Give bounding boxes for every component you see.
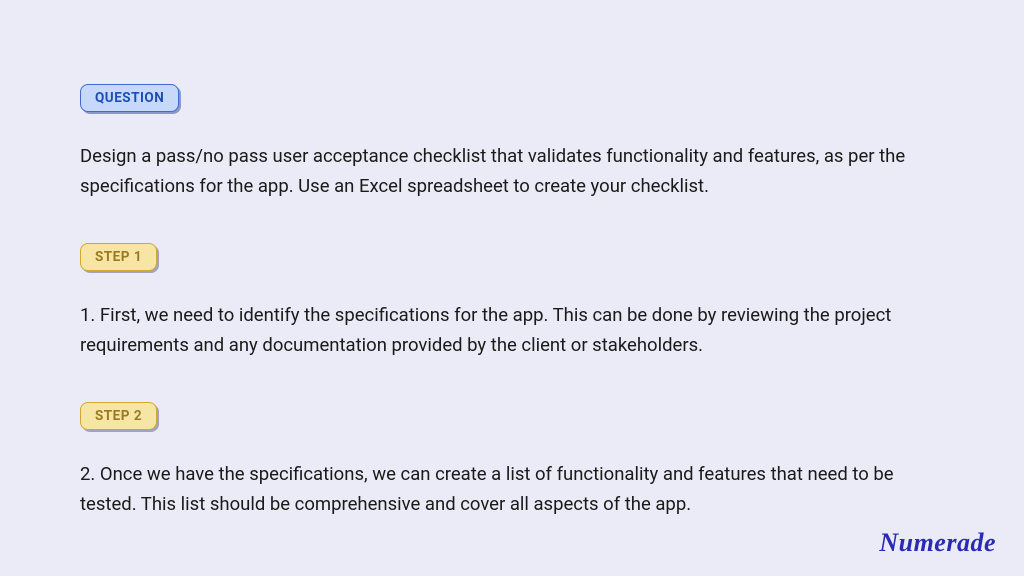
main-content: QUESTION Design a pass/no pass user acce… [0,0,1024,520]
step2-badge: STEP 2 [80,402,157,430]
logo-text: Numerade [879,528,996,557]
question-badge-label: QUESTION [95,90,164,106]
step2-badge-label: STEP 2 [95,408,142,424]
step1-badge: STEP 1 [80,243,157,271]
question-text: Design a pass/no pass user acceptance ch… [80,142,944,201]
step1-badge-label: STEP 1 [95,249,142,265]
brand-logo: Numerade [879,528,996,558]
step1-text: 1. First, we need to identify the specif… [80,301,944,360]
step2-text: 2. Once we have the specifications, we c… [80,460,944,519]
question-badge: QUESTION [80,84,179,112]
